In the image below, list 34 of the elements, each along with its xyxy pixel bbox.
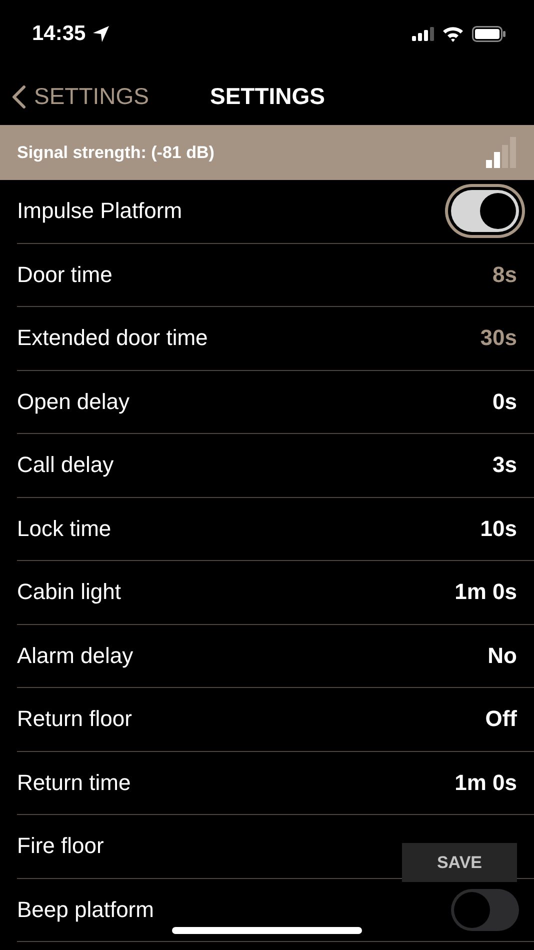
location-arrow-icon (92, 25, 110, 43)
signal-strength-text: Signal strength: (-81 dB) (17, 142, 214, 162)
chevron-left-icon (12, 84, 26, 108)
setting-value: 8s (492, 262, 517, 288)
setting-label: Lock time (17, 516, 112, 542)
setting-label: Alarm delay (17, 642, 134, 669)
setting-label: Fire floor (17, 833, 104, 860)
back-button[interactable]: SETTINGS (12, 83, 210, 110)
setting-label: Door time (17, 262, 112, 288)
setting-value: 30s (480, 325, 517, 352)
setting-label: Open delay (17, 388, 130, 415)
setting-value: Off (485, 706, 517, 732)
setting-value: No (488, 642, 517, 669)
setting-value: 1m 0s (454, 770, 517, 796)
setting-label: Beep platform (17, 896, 154, 923)
setting-value: 0s (492, 388, 517, 415)
toggle-switch[interactable] (451, 888, 519, 931)
cellular-signal-icon (412, 27, 434, 41)
setting-label: Cabin light (17, 579, 121, 606)
setting-value: 3s (492, 452, 517, 478)
setting-label: Impulse Platform (17, 198, 182, 224)
setting-value: 1m 0s (454, 579, 517, 606)
status-time: 14:35 (32, 22, 86, 46)
toggle-switch[interactable] (451, 190, 519, 232)
battery-icon (472, 26, 506, 42)
setting-value: 10s (480, 516, 517, 542)
setting-label: Call delay (17, 452, 114, 478)
setting-label: Extended door time (17, 325, 208, 352)
signal-bars-icon (486, 137, 516, 168)
save-button[interactable]: SAVE (402, 843, 517, 882)
setting-label: Return floor (17, 706, 132, 732)
page-title: SETTINGS (210, 83, 326, 110)
setting-label: Return time (17, 770, 131, 796)
wifi-icon (442, 26, 464, 42)
